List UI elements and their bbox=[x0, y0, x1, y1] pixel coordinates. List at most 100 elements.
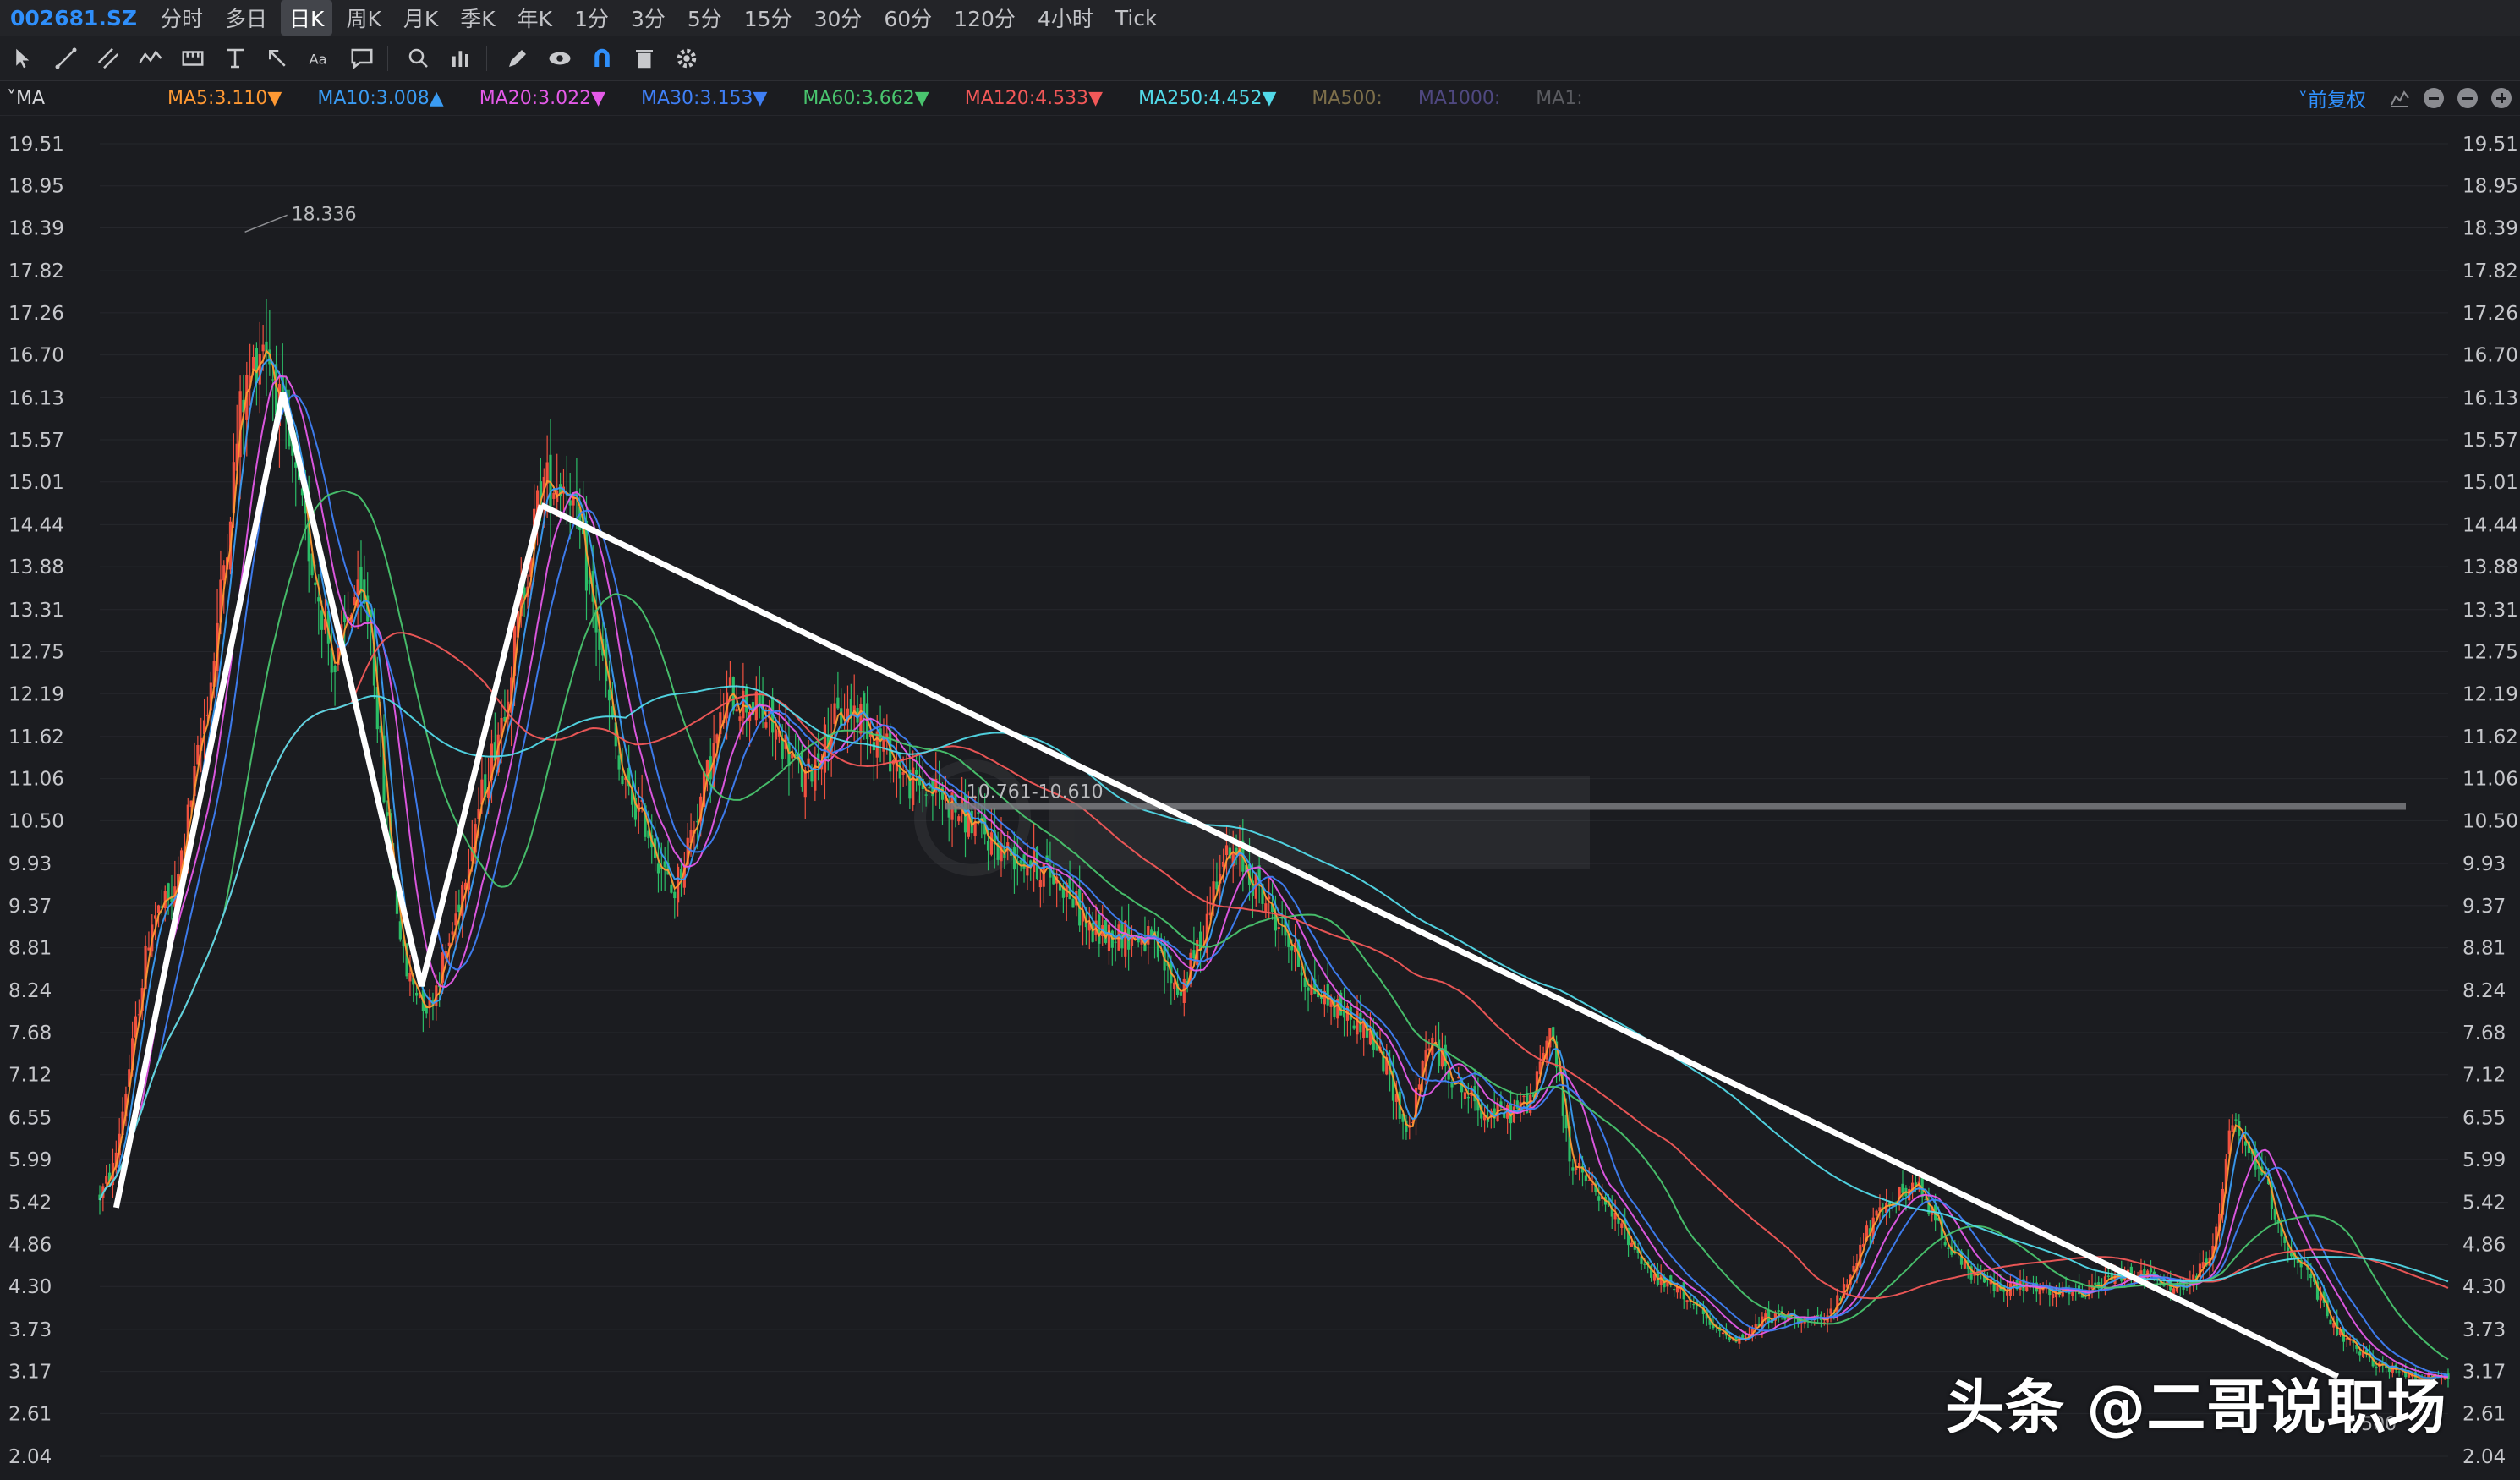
candle-body bbox=[928, 787, 931, 789]
period-tab[interactable]: 5分 bbox=[679, 0, 731, 36]
period-tab[interactable]: 3分 bbox=[622, 0, 674, 36]
candle-body bbox=[545, 462, 549, 484]
candle-body bbox=[167, 883, 170, 899]
ma-legend-item[interactable]: MA10:3.008▲ bbox=[317, 88, 443, 109]
y-tick-label-right: 15.57 bbox=[2462, 430, 2518, 452]
period-tab[interactable]: 120分 bbox=[945, 0, 1024, 36]
y-tick-label-left: 16.13 bbox=[8, 387, 64, 409]
ma-legend-item[interactable]: MA30:3.153▼ bbox=[641, 88, 767, 109]
price-chart[interactable]: 10.761-10.610 19.5118.9518.3917.8217.261… bbox=[0, 116, 2520, 1480]
candle-body bbox=[271, 379, 275, 381]
cursor-icon[interactable] bbox=[5, 40, 42, 77]
zoom-out-icon[interactable] bbox=[2424, 88, 2444, 108]
candle-body bbox=[607, 689, 611, 701]
y-tick-label-left: 2.61 bbox=[8, 1403, 52, 1425]
period-tab[interactable]: Tick bbox=[1107, 3, 1166, 33]
gear-icon[interactable] bbox=[668, 40, 705, 77]
zoom-in-icon[interactable] bbox=[2491, 88, 2512, 108]
chart-type-icon[interactable] bbox=[2390, 88, 2410, 108]
candle-body bbox=[1522, 1095, 1526, 1098]
candle-body bbox=[255, 348, 258, 384]
text-icon[interactable]: Aa bbox=[301, 40, 338, 77]
y-tick-label-right: 10.50 bbox=[2462, 810, 2518, 832]
adjust-price-dropdown[interactable]: ˅前复权 bbox=[2298, 84, 2367, 112]
candle-body bbox=[1466, 1096, 1470, 1099]
ma-legend-item[interactable]: MA60:3.662▼ bbox=[803, 88, 929, 109]
period-tab[interactable]: 4小时 bbox=[1029, 0, 1102, 36]
candle-body bbox=[1300, 972, 1303, 976]
candle-body bbox=[924, 794, 928, 796]
pen-icon[interactable] bbox=[499, 40, 536, 77]
y-tick-label-left: 9.37 bbox=[8, 896, 52, 918]
indicator-selector[interactable]: ˅MA bbox=[7, 88, 167, 109]
candle-body bbox=[1107, 924, 1111, 951]
high-pointer bbox=[244, 214, 288, 233]
magnet-icon[interactable] bbox=[583, 40, 621, 77]
ma-legend-item[interactable]: MA1000: bbox=[1418, 88, 1500, 109]
period-tab[interactable]: 1分 bbox=[566, 0, 617, 36]
y-tick-label-left: 7.68 bbox=[8, 1022, 52, 1044]
period-tab[interactable]: 周K bbox=[337, 0, 389, 36]
ma-legend-item[interactable]: MA20:3.022▼ bbox=[479, 88, 605, 109]
comment-icon[interactable] bbox=[343, 40, 381, 77]
period-tab[interactable]: 季K bbox=[452, 0, 503, 36]
candle-body bbox=[673, 891, 677, 899]
candle-body bbox=[2172, 1288, 2176, 1294]
period-bar: 002681.SZ 分时 多日 日K 周K 月K 季K 年K 1分 3分 5分 … bbox=[0, 0, 2520, 36]
source-watermark: 头条 @二哥说职场 bbox=[1945, 1373, 2447, 1442]
trash-icon[interactable] bbox=[626, 40, 663, 77]
candle-body bbox=[320, 610, 324, 630]
candle-body bbox=[1943, 1242, 1947, 1246]
channel-icon[interactable] bbox=[90, 40, 127, 77]
y-tick-label-left: 18.39 bbox=[8, 217, 64, 239]
ma-legend-item[interactable]: MA500: bbox=[1312, 88, 1382, 109]
period-tab[interactable]: 月K bbox=[395, 0, 446, 36]
indicator-name: MA bbox=[16, 87, 46, 109]
candle-body bbox=[2052, 1293, 2055, 1299]
ma-legend-item[interactable]: MA120:4.533▼ bbox=[965, 88, 1103, 109]
candle-body bbox=[1290, 946, 1294, 951]
arrow-icon[interactable] bbox=[259, 40, 296, 77]
period-tab[interactable]: 60分 bbox=[875, 0, 940, 36]
ma-legend-item[interactable]: MA1: bbox=[1536, 88, 1582, 109]
candle-body bbox=[333, 666, 337, 673]
search-icon[interactable] bbox=[400, 40, 437, 77]
ticker-symbol[interactable]: 002681.SZ bbox=[10, 6, 137, 30]
y-tick-label-right: 6.55 bbox=[2462, 1107, 2506, 1129]
y-tick-label-right: 9.93 bbox=[2462, 853, 2506, 875]
candle-body bbox=[398, 921, 402, 940]
ma-legend-item[interactable]: MA250:4.452▼ bbox=[1138, 88, 1276, 109]
period-tab[interactable]: 30分 bbox=[806, 0, 871, 36]
period-tab[interactable]: 多日 bbox=[216, 0, 276, 36]
candle-body bbox=[745, 686, 748, 713]
toolbar-divider bbox=[387, 46, 388, 71]
ma-legend-item[interactable]: MA5:3.110▼ bbox=[167, 88, 282, 109]
magnet-bars-icon[interactable] bbox=[442, 40, 479, 77]
line-draw-icon[interactable] bbox=[47, 40, 85, 77]
measure-icon[interactable] bbox=[174, 40, 211, 77]
y-tick-label-left: 17.82 bbox=[8, 260, 64, 282]
y-tick-label-right: 13.31 bbox=[2462, 600, 2518, 622]
candle-body bbox=[957, 816, 961, 822]
candle-body bbox=[1071, 898, 1075, 908]
candle-body bbox=[738, 716, 742, 721]
period-tab[interactable]: 年K bbox=[509, 0, 561, 36]
candle-body bbox=[1852, 1265, 1855, 1272]
period-tab[interactable]: 15分 bbox=[736, 0, 801, 36]
eye-icon[interactable] bbox=[541, 40, 578, 77]
y-tick-label-right: 8.24 bbox=[2462, 980, 2506, 1002]
candle-body bbox=[251, 356, 255, 370]
period-tab[interactable]: 分时 bbox=[152, 0, 211, 36]
svg-text:Aa: Aa bbox=[310, 51, 327, 67]
text-align-icon[interactable] bbox=[216, 40, 254, 77]
candle-body bbox=[1630, 1242, 1634, 1247]
collapse-icon[interactable] bbox=[2457, 88, 2478, 108]
wave-icon[interactable] bbox=[132, 40, 169, 77]
y-tick-label-right: 18.39 bbox=[2462, 217, 2518, 239]
y-tick-label-left: 13.88 bbox=[8, 556, 64, 578]
candle-body bbox=[1019, 860, 1022, 864]
candle-body bbox=[781, 737, 784, 759]
toolbar-divider bbox=[486, 46, 487, 71]
candle-body bbox=[973, 821, 977, 836]
period-tab-active[interactable]: 日K bbox=[281, 0, 333, 36]
